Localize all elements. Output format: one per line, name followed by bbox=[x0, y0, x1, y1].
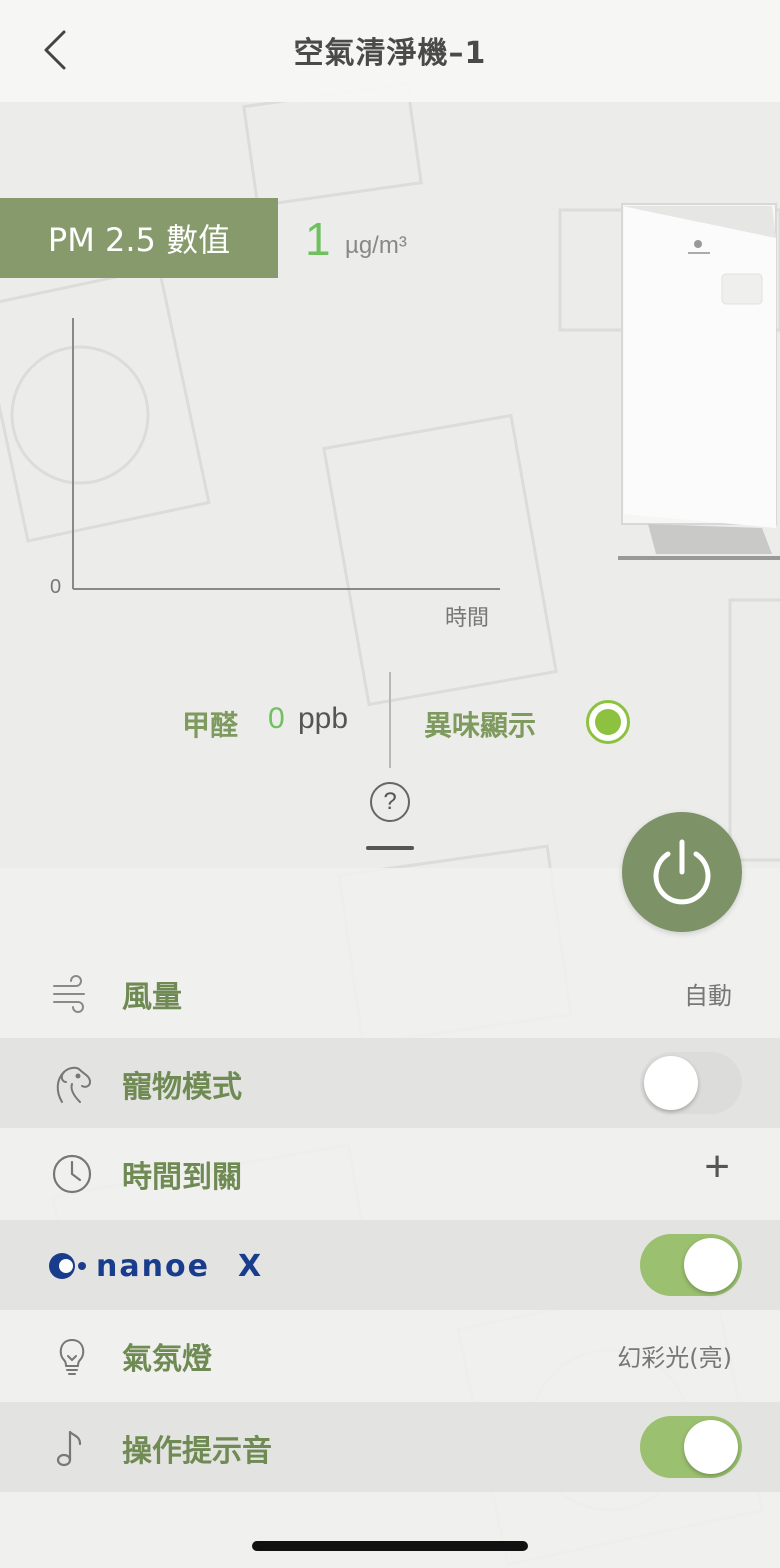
mood-light-label: 氣氛燈 bbox=[122, 1342, 212, 1377]
chart-x-axis-label: 時間 bbox=[445, 606, 490, 631]
airflow-value: 自動 bbox=[684, 982, 732, 1010]
pet-icon bbox=[56, 1066, 91, 1103]
beep-label: 操作提示音 bbox=[122, 1434, 272, 1469]
clock-icon bbox=[52, 1154, 92, 1194]
nanoe-toggle[interactable] bbox=[640, 1234, 742, 1296]
toggle-knob bbox=[684, 1420, 738, 1474]
pet-mode-row: 寵物模式 bbox=[0, 1038, 780, 1128]
pm25-value: 1 bbox=[305, 213, 331, 265]
page-title: 空氣清淨機–1 bbox=[293, 36, 487, 71]
pm25-unit: µg/m³ bbox=[345, 232, 407, 259]
toggle-knob bbox=[644, 1056, 698, 1110]
chart-zero-label: 0 bbox=[50, 576, 62, 598]
beep-toggle[interactable] bbox=[640, 1416, 742, 1478]
beep-row: 操作提示音 bbox=[0, 1402, 780, 1492]
off-timer-label: 時間到關 bbox=[122, 1160, 242, 1195]
nanoe-x-logo: nanoe X bbox=[49, 1249, 261, 1284]
pm25-trend-chart bbox=[72, 318, 500, 590]
status-divider bbox=[389, 672, 391, 768]
formaldehyde-value: 0 bbox=[268, 702, 285, 735]
formaldehyde-label: 甲醛 bbox=[182, 709, 239, 742]
power-button[interactable] bbox=[622, 812, 742, 932]
power-icon bbox=[653, 839, 711, 905]
airflow-row[interactable]: 風量 自動 bbox=[0, 948, 780, 1038]
mood-light-row[interactable]: 氣氛燈 幻彩光(亮) bbox=[0, 1310, 780, 1400]
svg-text:X: X bbox=[238, 1249, 261, 1284]
svg-text:nanoe: nanoe bbox=[96, 1249, 210, 1284]
music-note-icon bbox=[56, 1430, 82, 1467]
pet-mode-label: 寵物模式 bbox=[122, 1070, 242, 1105]
help-icon[interactable]: ? bbox=[370, 782, 410, 822]
home-indicator bbox=[252, 1541, 528, 1551]
off-timer-row[interactable]: 時間到關 + bbox=[0, 1128, 780, 1218]
top-navigation-bar: 空氣清淨機–1 bbox=[0, 0, 780, 102]
toggle-knob bbox=[684, 1238, 738, 1292]
pm25-label: PM 2.5 數值 bbox=[0, 198, 278, 278]
lightbulb-icon bbox=[59, 1339, 85, 1375]
mood-light-value: 幻彩光(亮) bbox=[617, 1344, 732, 1372]
drag-handle[interactable] bbox=[366, 846, 414, 850]
odor-label: 異味顯示 bbox=[424, 709, 537, 742]
add-timer-button[interactable]: + bbox=[704, 1142, 730, 1192]
formaldehyde-unit: ppb bbox=[298, 702, 349, 735]
airflow-label: 風量 bbox=[122, 980, 182, 1015]
air-purifier-image bbox=[618, 203, 780, 560]
odor-status-indicator bbox=[586, 700, 630, 744]
pet-mode-toggle[interactable] bbox=[640, 1052, 742, 1114]
nanoe-row: nanoe X bbox=[0, 1220, 780, 1310]
wind-icon bbox=[53, 975, 85, 1013]
